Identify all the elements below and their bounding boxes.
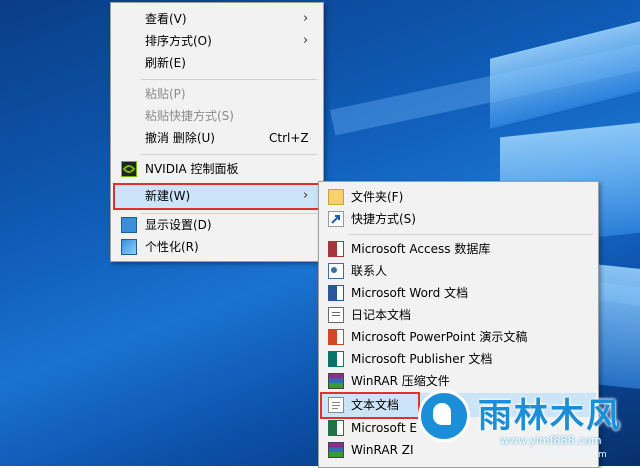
- menu-item-label: NVIDIA 控制面板: [145, 162, 239, 176]
- submenu-item-access[interactable]: Microsoft Access 数据库: [319, 238, 598, 260]
- submenu-item-powerpoint[interactable]: Microsoft PowerPoint 演示文稿: [319, 326, 598, 348]
- menu-item-label: 粘贴快捷方式(S): [145, 109, 234, 123]
- winrar-icon: [328, 373, 344, 389]
- submenu-item-folder[interactable]: 文件夹(F): [319, 186, 598, 208]
- submenu-item-contact[interactable]: 联系人: [319, 260, 598, 282]
- submenu-item-label: WinRAR ZI: [351, 443, 414, 457]
- winrar-zip-icon: [328, 442, 344, 458]
- menu-item-label: 刷新(E): [145, 56, 186, 70]
- contact-icon: [328, 263, 344, 279]
- access-icon: [328, 241, 344, 257]
- highlight-annotation-box: [113, 183, 321, 210]
- chevron-right-icon: ›: [303, 11, 309, 26]
- menu-item-view[interactable]: 查看(V) ›: [111, 8, 323, 30]
- menu-item-undo-delete[interactable]: 撤消 删除(U) Ctrl+Z: [111, 127, 323, 149]
- watermark-sub: feifeixitong.com: [534, 450, 607, 460]
- submenu-item-label: Microsoft Word 文档: [351, 286, 469, 300]
- folder-icon: [328, 189, 344, 205]
- menu-separator: [349, 234, 593, 235]
- excel-icon: [328, 420, 344, 436]
- highlight-annotation-box: [320, 392, 420, 419]
- watermark-url: www.ylmf888.com: [500, 434, 602, 447]
- menu-item-paste-shortcut[interactable]: 粘贴快捷方式(S): [111, 105, 323, 127]
- shortcut-text: Ctrl+Z: [269, 131, 309, 145]
- menu-item-refresh[interactable]: 刷新(E): [111, 52, 323, 74]
- menu-item-paste[interactable]: 粘贴(P): [111, 83, 323, 105]
- nvidia-icon: [121, 161, 137, 177]
- submenu-item-word[interactable]: Microsoft Word 文档: [319, 282, 598, 304]
- publisher-icon: [328, 351, 344, 367]
- watermark-logo-icon: [418, 390, 470, 442]
- personalize-icon: [121, 239, 137, 255]
- menu-item-sort-by[interactable]: 排序方式(O) ›: [111, 30, 323, 52]
- submenu-item-label: 快捷方式(S): [351, 212, 416, 226]
- display-icon: [121, 217, 137, 233]
- shortcut-icon: [328, 211, 344, 227]
- submenu-item-label: Microsoft E: [351, 421, 418, 435]
- menu-item-label: 个性化(R): [145, 240, 199, 254]
- menu-separator: [141, 154, 317, 155]
- submenu-item-label: Microsoft Access 数据库: [351, 242, 491, 256]
- menu-item-label: 排序方式(O): [145, 34, 212, 48]
- menu-item-display-settings[interactable]: 显示设置(D): [111, 214, 323, 236]
- menu-item-label: 撤消 删除(U): [145, 131, 215, 145]
- submenu-item-publisher[interactable]: Microsoft Publisher 文档: [319, 348, 598, 370]
- submenu-item-label: 文件夹(F): [351, 190, 404, 204]
- menu-item-nvidia-control-panel[interactable]: NVIDIA 控制面板: [111, 158, 323, 180]
- menu-separator: [141, 79, 317, 80]
- submenu-item-label: 联系人: [351, 264, 388, 278]
- menu-item-label: 查看(V): [145, 12, 187, 26]
- submenu-item-label: Microsoft Publisher 文档: [351, 352, 493, 366]
- desktop-context-menu: 查看(V) › 排序方式(O) › 刷新(E) 粘贴(P) 粘贴快捷方式(S) …: [110, 2, 324, 262]
- journal-icon: [328, 307, 344, 323]
- chevron-right-icon: ›: [303, 33, 309, 48]
- menu-item-personalize[interactable]: 个性化(R): [111, 236, 323, 258]
- watermark-title: 雨林木风: [478, 396, 622, 436]
- word-icon: [328, 285, 344, 301]
- powerpoint-icon: [328, 329, 344, 345]
- submenu-item-journal[interactable]: 日记本文档: [319, 304, 598, 326]
- menu-item-label: 粘贴(P): [145, 87, 186, 101]
- watermark: 雨林木风 www.ylmf888.com feifeixitong.com: [410, 382, 640, 466]
- submenu-item-label: 日记本文档: [351, 308, 412, 322]
- window-pane: [490, 21, 640, 129]
- submenu-item-shortcut[interactable]: 快捷方式(S): [319, 208, 598, 230]
- menu-item-label: 显示设置(D): [145, 218, 212, 232]
- submenu-item-label: Microsoft PowerPoint 演示文稿: [351, 330, 528, 344]
